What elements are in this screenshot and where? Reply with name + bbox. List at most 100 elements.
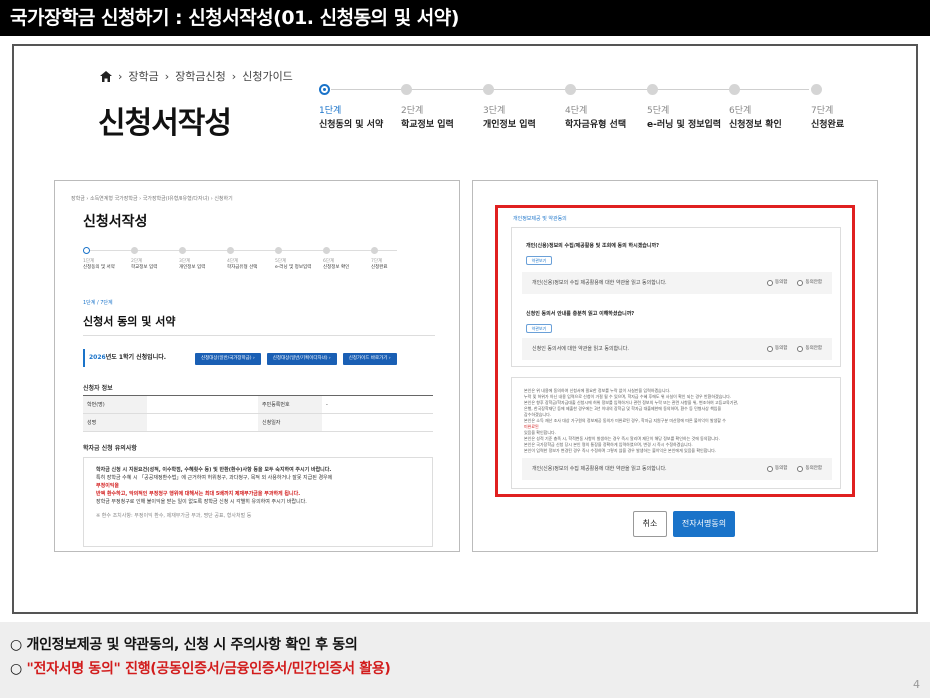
step-dot xyxy=(401,84,412,95)
notice-line: 장학금 부정청구로 인해 불이익을 받는 일이 없도록 장학금 신청 시 각별히… xyxy=(96,499,307,505)
radio-disagree[interactable]: 동의안함 xyxy=(797,458,822,480)
step-dot xyxy=(811,84,822,95)
agree-text: 신청인 동의서에 대한 약관을 읽고 동의합니다. xyxy=(532,346,629,352)
breadcrumb-separator: › xyxy=(118,69,123,83)
apply-text: 년도 1학기 신청입니다. xyxy=(105,354,167,361)
radio-label: 동의안함 xyxy=(805,466,822,471)
agree-text: 개인(신용)정보의 수집 제공활용에 대한 약관을 읽고 동의합니다. xyxy=(532,466,667,472)
step-number: 5단계 xyxy=(647,106,670,116)
mini-step-dot-active xyxy=(83,247,90,254)
step-dot xyxy=(483,84,494,95)
radio-circle-icon[interactable] xyxy=(797,466,804,472)
radio-agree[interactable]: 동의함 xyxy=(767,338,787,360)
mini-button-group: 신청대상(일반/국가장학금) › 신청대상(일반/기획이다자녀) › 신청가이드… xyxy=(195,353,397,365)
consent-card-1: 개인(신용)정보의 수집/제공활용 및 조회에 동의 하시겠습니까? 약관보기 … xyxy=(511,227,841,367)
step-label: 학교정보 입력 xyxy=(401,120,454,130)
applicant-info-heading: 신청자 정보 xyxy=(83,385,113,392)
step-number: 4단계 xyxy=(565,106,588,116)
slide-title: 국가장학금 신청하기 : 신청서작성(01. 신청동의 및 서약) xyxy=(0,0,930,36)
mini-divider xyxy=(83,335,435,336)
table-cell: - xyxy=(326,402,328,408)
breadcrumb-item-scholarship[interactable]: 장학금 xyxy=(128,68,158,84)
mini-step-dot xyxy=(371,247,378,254)
radio-circle-icon[interactable] xyxy=(767,346,774,352)
summary-line-1: ○ 개인정보제공 및 약관동의, 신청 시 주의사항 확인 후 동의 xyxy=(10,637,358,653)
radio-group: 동의함 동의안함 xyxy=(767,458,822,480)
notice-box: 학자금 신청 시 지원요건(성적, 이수학점, 수혜횟수 등) 및 반환(환수)… xyxy=(83,457,433,547)
application-form-screenshot: 장학금 › 소득연계형 국가장학금 › 국가장학금(Ⅰ유형/Ⅱ유형/다자녀) ›… xyxy=(54,180,460,552)
radio-circle-icon[interactable] xyxy=(767,466,774,472)
step-2: 2단계 학교정보 입력 xyxy=(401,84,483,130)
consent-card-2: 본인은 위 내용에 동의하여 신청서에 필요한 정보를 누락 없이 사실만을 입… xyxy=(511,377,841,489)
eligibility-multichild-button[interactable]: 신청대상(일반/기획이다자녀) › xyxy=(266,353,337,365)
home-icon[interactable] xyxy=(100,70,112,82)
apply-year: 2026 xyxy=(89,354,106,361)
mini-step-dot xyxy=(323,247,330,254)
radio-label: 동의안함 xyxy=(805,346,822,351)
summary-bullet: ○ xyxy=(10,661,27,677)
consent-screenshot: 개인정보제공 및 약관동의 개인(신용)정보의 수집/제공활용 및 조회에 동의… xyxy=(472,180,878,552)
applicant-info-table: 학번(명) 주민등록번호 - 성명 신청일자 xyxy=(83,395,433,432)
step-5: 5단계 e-러닝 및 정보입력 xyxy=(647,84,729,130)
agree-text: 개인(신용)정보의 수집 제공활용에 대한 약관을 읽고 동의합니다. xyxy=(532,280,667,286)
step-label: 신청정보 확인 xyxy=(729,120,782,130)
mini-section-heading: 신청서 동의 및 서약 xyxy=(83,315,176,328)
radio-disagree[interactable]: 동의안함 xyxy=(797,272,822,294)
table-header: 학번(명) xyxy=(83,396,147,413)
page-title: 신청서작성 xyxy=(98,106,232,141)
radio-label: 동의함 xyxy=(775,466,788,471)
mini-step-label: 신청동의 및 서약 xyxy=(83,265,115,270)
step-label: e-러닝 및 정보입력 xyxy=(647,120,722,130)
breadcrumb-item-guide[interactable]: 신청가이드 xyxy=(242,68,293,84)
e-signature-consent-button[interactable]: 전자서명동의 xyxy=(673,511,735,537)
mini-step-dot xyxy=(131,247,138,254)
step-label: 학자금유형 선택 xyxy=(565,120,627,130)
table-row: 성명 신청일자 xyxy=(83,414,433,432)
mini-step-dot xyxy=(227,247,234,254)
radio-circle-icon[interactable] xyxy=(767,280,774,286)
view-terms-button[interactable]: 약관보기 xyxy=(526,324,552,333)
summary-line-2-highlight: "전자서명 동의" 진행(공동인증서/금융인증서/민간인증서 활용) xyxy=(26,661,391,677)
radio-label: 동의함 xyxy=(775,280,788,285)
summary-band: ○ 개인정보제공 및 약관동의, 신청 시 주의사항 확인 후 동의 ○ "전자… xyxy=(0,622,930,698)
agree-row-2: 신청인 동의서에 대한 약관을 읽고 동의합니다. 동의함 동의안함 xyxy=(522,338,832,360)
notice-heading: 학자금 신청 유의사항 xyxy=(83,445,137,452)
mini-substep: 1단계 / 7단계 xyxy=(83,300,113,306)
step-3: 3단계 개인정보 입력 xyxy=(483,84,565,130)
mini-step-dot xyxy=(179,247,186,254)
breadcrumb-separator: › xyxy=(164,69,170,83)
notice-line: 반액 환수하고, 악의적인 부정청구 행위에 대해서는 최대 5배까지 제재부가… xyxy=(96,491,301,497)
breadcrumb: › 장학금 › 장학금신청 › 신청가이드 xyxy=(100,68,293,84)
table-header: 성명 xyxy=(83,414,147,431)
consent-question-1: 개인(신용)정보의 수집/제공활용 및 조회에 동의 하시겠습니까? xyxy=(526,243,660,249)
radio-circle-icon[interactable] xyxy=(797,280,804,286)
mini-page-title: 신청서작성 xyxy=(83,214,148,230)
mini-step-label: 신청완료 xyxy=(371,265,388,270)
step-1: 1단계 신청동의 및 서약 xyxy=(319,84,401,130)
mini-step-label: 학교정보 입력 xyxy=(131,265,158,270)
radio-circle-icon[interactable] xyxy=(797,346,804,352)
step-4: 4단계 학자금유형 선택 xyxy=(565,84,647,130)
cancel-button[interactable]: 취소 xyxy=(633,511,667,537)
step-label: 개인정보 입력 xyxy=(483,120,536,130)
eligibility-general-button[interactable]: 신청대상(일반/국가장학금) › xyxy=(195,353,261,365)
step-number: 1단계 xyxy=(319,106,342,116)
agree-row-1: 개인(신용)정보의 수집 제공활용에 대한 약관을 읽고 동의합니다. 동의함 … xyxy=(522,272,832,294)
mini-breadcrumb: 장학금 › 소득연계형 국가장학금 › 국가장학금(Ⅰ유형/Ⅱ유형/다자녀) ›… xyxy=(71,196,233,202)
radio-group: 동의함 동의안함 xyxy=(767,272,822,294)
radio-disagree[interactable]: 동의안함 xyxy=(797,338,822,360)
agree-row-3: 개인(신용)정보의 수집 제공활용에 대한 약관을 읽고 동의합니다. 동의함 … xyxy=(522,458,832,480)
radio-agree[interactable]: 동의함 xyxy=(767,272,787,294)
notice-line-highlight: 부정이익을 xyxy=(96,483,120,489)
mini-step-label: 개인정보 입력 xyxy=(179,265,206,270)
radio-agree[interactable]: 동의함 xyxy=(767,458,787,480)
page-number: 4 xyxy=(913,678,920,691)
table-row: 학번(명) 주민등록번호 - xyxy=(83,396,433,414)
notice-line: 학자금 신청 시 지원요건(성적, 이수학점, 수혜횟수 등) 및 반환(환수)… xyxy=(96,467,332,473)
table-cell xyxy=(147,396,258,413)
view-terms-button[interactable]: 약관보기 xyxy=(526,256,552,265)
breadcrumb-item-apply[interactable]: 장학금신청 xyxy=(175,68,226,84)
table-cell xyxy=(322,414,433,431)
step-7: 7단계 신청완료 xyxy=(811,84,893,130)
guide-shortcut-button[interactable]: 신청가이드 바로가기 › xyxy=(342,353,397,365)
